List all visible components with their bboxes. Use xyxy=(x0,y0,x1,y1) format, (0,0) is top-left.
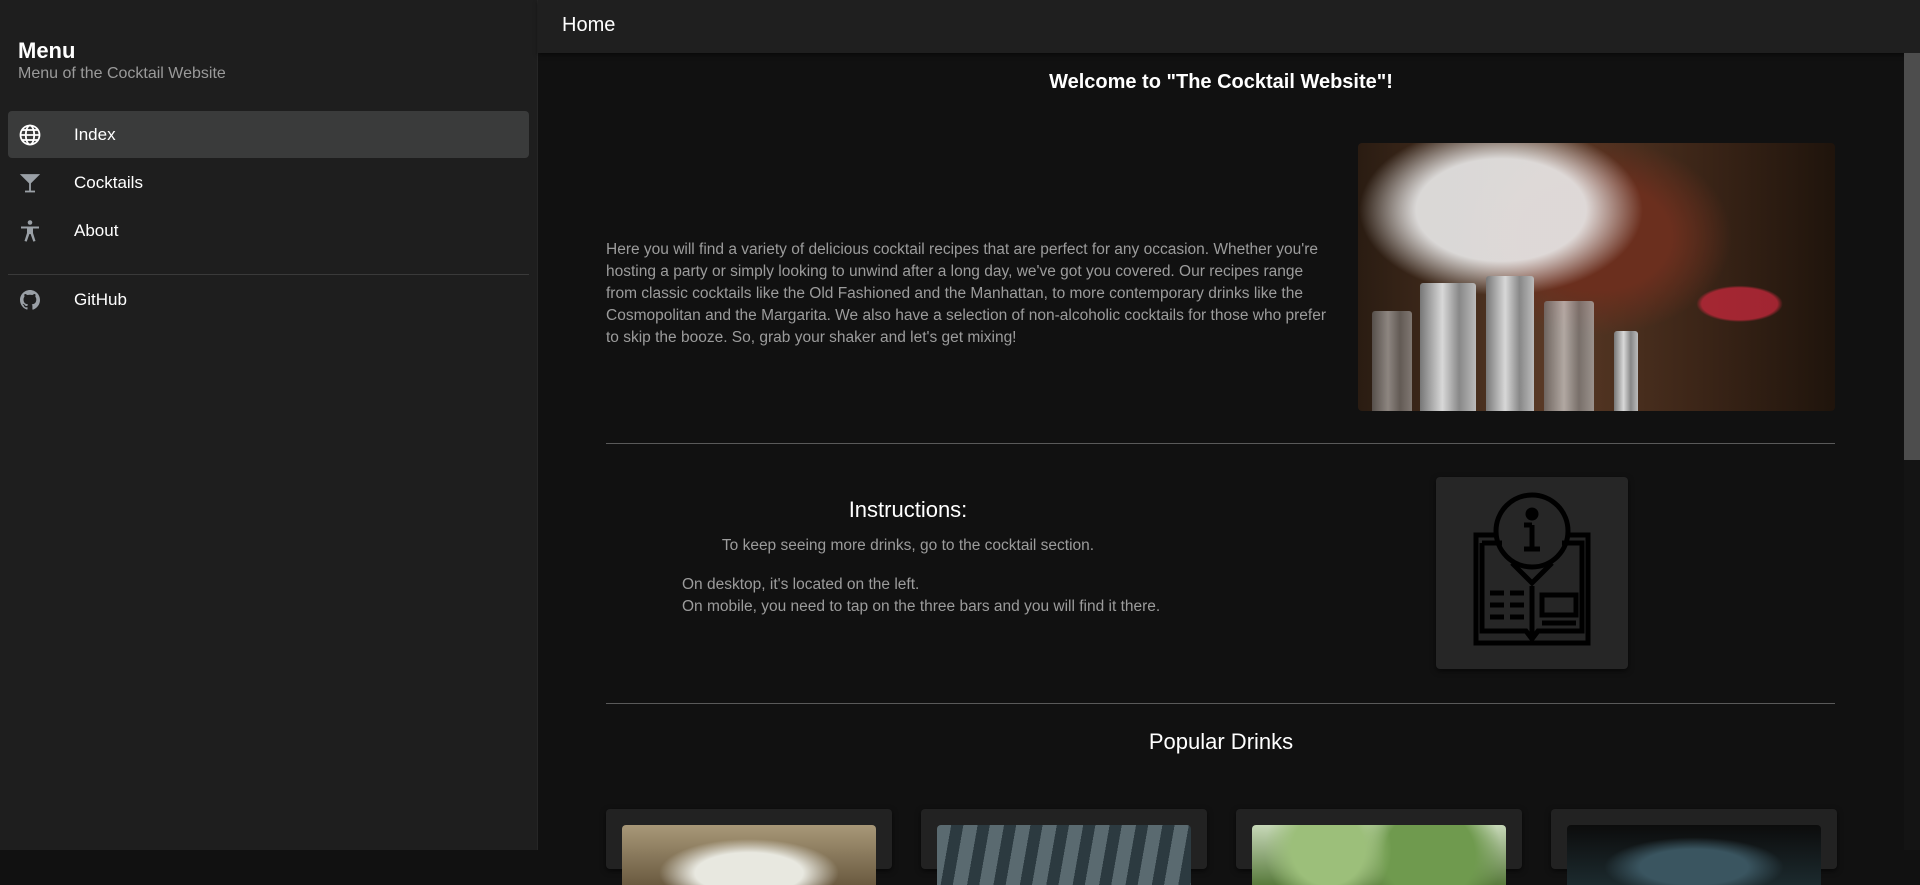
sidebar-item-github[interactable]: GitHub xyxy=(8,276,529,323)
sidebar-item-label: Cocktails xyxy=(74,172,143,192)
drink-card[interactable] xyxy=(606,809,892,885)
sidebar-subtitle: Menu of the Cocktail Website xyxy=(18,65,226,82)
sidebar-item-index[interactable]: Index xyxy=(8,111,529,158)
popular-drinks-title: Popular Drinks xyxy=(1148,729,1294,754)
sidebar-header: Menu Menu of the Cocktail Website xyxy=(18,38,226,83)
sidebar-item-label: Index xyxy=(74,124,116,144)
drink-image xyxy=(1252,825,1506,885)
sidebar: Menu Menu of the Cocktail Website Index xyxy=(0,0,538,850)
instructions-title: Instructions: xyxy=(848,497,968,522)
sidebar-item-label: About xyxy=(74,220,119,240)
top-app-bar: Home xyxy=(538,0,1920,53)
sidebar-title: Menu xyxy=(18,38,76,63)
sidebar-divider xyxy=(8,274,529,275)
bartender-hero-image xyxy=(1358,143,1835,411)
intro-paragraph: Here you will find a variety of deliciou… xyxy=(606,241,1326,346)
section-divider xyxy=(606,703,1835,704)
sidebar-item-cocktails[interactable]: Cocktails xyxy=(8,159,529,206)
github-icon xyxy=(18,288,42,312)
drink-card[interactable] xyxy=(1236,809,1522,885)
sidebar-item-label: GitHub xyxy=(74,289,127,309)
welcome-heading: Welcome to "The Cocktail Website"! xyxy=(1049,71,1393,93)
section-divider xyxy=(606,443,1835,444)
page-title: Home xyxy=(562,14,616,36)
sidebar-item-about[interactable]: About xyxy=(8,207,529,254)
accessibility-icon xyxy=(18,219,42,243)
instructions-details: On desktop, it's located on the left. On… xyxy=(682,574,1160,618)
info-book-icon xyxy=(1452,491,1612,656)
instructions-text: To keep seeing more drinks, go to the co… xyxy=(721,537,1095,554)
info-card xyxy=(1436,477,1628,669)
martini-glass-icon xyxy=(18,171,42,195)
drink-card[interactable] xyxy=(1551,809,1837,885)
scrollbar-thumb[interactable] xyxy=(1904,53,1920,460)
drink-image xyxy=(622,825,876,885)
drink-image xyxy=(937,825,1191,885)
drink-image xyxy=(1567,825,1821,885)
main-content: Welcome to "The Cocktail Website"! Here … xyxy=(538,53,1904,885)
instructions-desktop-text: On desktop, it's located on the left. xyxy=(682,576,920,593)
sidebar-nav: Index Cocktails About xyxy=(8,111,529,255)
globe-icon xyxy=(18,123,42,147)
sidebar-links: GitHub xyxy=(8,276,529,324)
instructions-mobile-text: On mobile, you need to tap on the three … xyxy=(682,598,1161,615)
drink-card[interactable] xyxy=(921,809,1207,885)
